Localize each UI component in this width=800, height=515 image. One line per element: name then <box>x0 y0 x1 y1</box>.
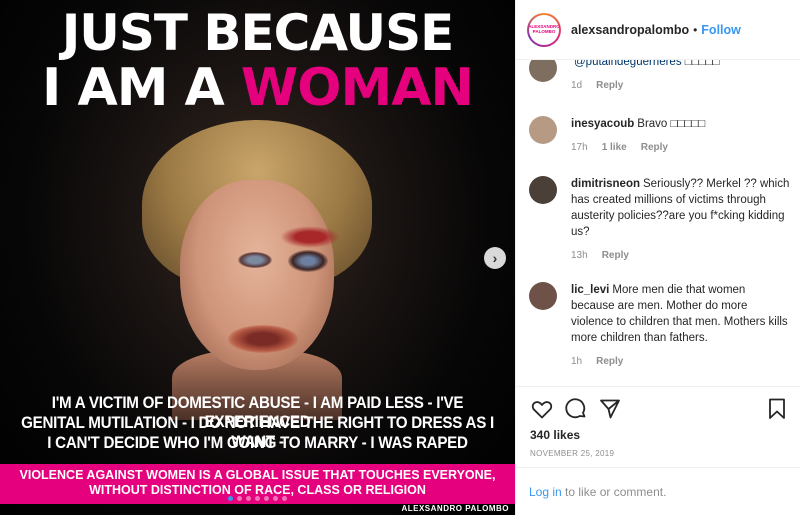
comment-like-count[interactable]: 1 like <box>602 142 627 153</box>
carousel-dot <box>246 496 251 501</box>
commenter-avatar[interactable] <box>529 60 557 82</box>
comment-username[interactable]: dimitrisneon <box>571 178 640 190</box>
comment-icon[interactable] <box>564 397 588 421</box>
carousel-dot <box>228 496 233 501</box>
comment-item: lic_levi More men die that women because … <box>529 282 791 367</box>
reply-button[interactable]: Reply <box>641 142 668 153</box>
comment-text: dimitrisneon Seriously?? Merkel ?? which … <box>571 176 791 240</box>
comment-meta: 17h 1 like Reply <box>571 142 791 153</box>
poster-text-line-3: I CAN'T DECIDE WHO I'M GOING TO MARRY - … <box>47 434 468 452</box>
follow-button[interactable]: Follow <box>701 23 741 37</box>
injured-mouth <box>228 325 298 353</box>
comment-item: @putaindeguerrieres □□□□□ 1d Reply <box>529 60 791 91</box>
reply-button[interactable]: Reply <box>596 80 623 91</box>
comment-time[interactable]: 1d <box>571 80 582 91</box>
bruised-portrait <box>132 110 382 420</box>
comment-item: inesyacoub Bravo □□□□□ 17h 1 like Reply <box>529 116 791 153</box>
carousel-dots <box>228 496 287 501</box>
bruised-eye-left <box>238 252 272 268</box>
post-actions: 340 likes NOVEMBER 25, 2019 <box>516 386 800 476</box>
headline-pink-word: WOMAN <box>240 58 474 118</box>
carousel-dot <box>237 496 242 501</box>
headline-line-1: JUST BECAUSE <box>61 4 455 62</box>
comment-time[interactable]: 1h <box>571 356 582 367</box>
login-link[interactable]: Log in <box>529 485 562 499</box>
post-image[interactable]: JUST BECAUSE I AM A WOMAN I'M A VICTIM O… <box>0 0 515 515</box>
comments-panel: ALEXSANDRO PALOMBO alexsandropalombo • F… <box>515 0 800 515</box>
next-image-button[interactable]: › <box>484 247 506 269</box>
comment-meta: 1h Reply <box>571 356 791 367</box>
post-date[interactable]: NOVEMBER 25, 2019 <box>530 449 614 458</box>
commenter-avatar[interactable] <box>529 176 557 204</box>
comment-text: lic_levi More men die that women because … <box>571 282 791 346</box>
bruised-eye-right <box>288 250 328 272</box>
header-username[interactable]: alexsandropalombo <box>571 23 689 37</box>
like-count[interactable]: 340 likes <box>530 428 580 442</box>
bookmark-icon[interactable] <box>765 397 789 421</box>
profile-logo: ALEXSANDRO PALOMBO <box>528 14 560 45</box>
headline-white-part: I AM A <box>42 58 241 118</box>
headline-line-2: I AM A WOMAN <box>0 62 515 114</box>
forehead-cut <box>280 226 340 248</box>
profile-avatar[interactable]: ALEXSANDRO PALOMBO <box>527 12 561 47</box>
commenter-avatar[interactable] <box>529 282 557 310</box>
comment-content: □□□□□ <box>681 60 720 68</box>
comment-username[interactable]: lic_levi <box>571 284 609 296</box>
comment-mention[interactable]: @putaindeguerrieres <box>574 60 682 68</box>
comment-content: Bravo □□□□□ <box>637 118 706 130</box>
post-header: ALEXSANDRO PALOMBO alexsandropalombo • F… <box>516 0 800 60</box>
comment-time[interactable]: 17h <box>571 142 588 153</box>
commenter-avatar[interactable] <box>529 116 557 144</box>
comment-username[interactable]: inesyacoub <box>571 118 634 130</box>
artist-signature: ALEXSANDRO PALOMBO <box>401 504 509 513</box>
slogan-line-1: VIOLENCE AGAINST WOMEN IS A GLOBAL ISSUE… <box>19 468 496 482</box>
separator-dot: • <box>693 22 698 37</box>
portrait-face <box>180 180 340 370</box>
comment-text: inesyacoub Bravo □□□□□ <box>571 116 791 132</box>
reply-button[interactable]: Reply <box>602 250 629 261</box>
carousel-dot <box>273 496 278 501</box>
comment-item: dimitrisneon Seriously?? Merkel ?? which … <box>529 176 791 261</box>
comment-meta: 13h Reply <box>571 250 791 261</box>
login-prompt-text: to like or comment. <box>561 485 667 499</box>
comment-text: @putaindeguerrieres □□□□□ <box>571 60 791 70</box>
carousel-dot <box>255 496 260 501</box>
chevron-right-icon: › <box>492 250 498 266</box>
heart-icon[interactable] <box>530 397 554 421</box>
reply-button[interactable]: Reply <box>596 356 623 367</box>
logo-text-2: PALOMBO <box>532 28 556 34</box>
comments-list[interactable]: @putaindeguerrieres □□□□□ 1d Reply inesy… <box>516 60 800 386</box>
share-icon[interactable] <box>598 397 622 421</box>
comment-meta: 1d Reply <box>571 80 791 91</box>
login-prompt: Log in to like or comment. <box>516 467 800 515</box>
carousel-dot <box>282 496 287 501</box>
action-icons <box>530 397 789 421</box>
carousel-dot <box>264 496 269 501</box>
comment-time[interactable]: 13h <box>571 250 588 261</box>
